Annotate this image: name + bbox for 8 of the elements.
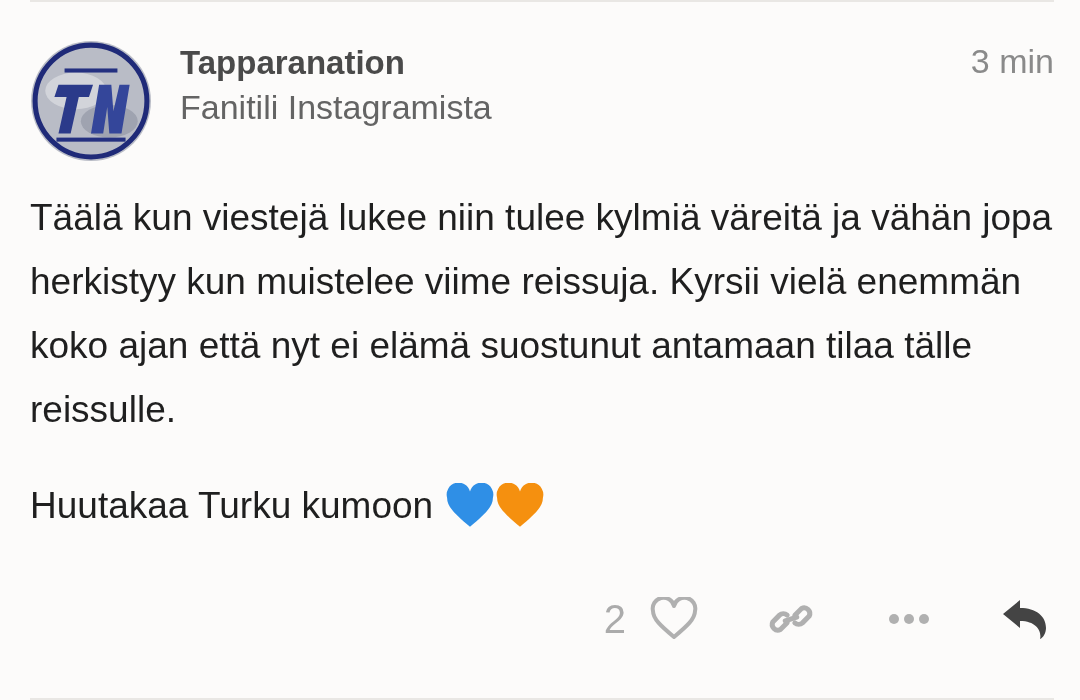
like-button[interactable] <box>650 597 698 641</box>
more-button[interactable] <box>888 612 930 626</box>
post-text: Täälä kun viestejä lukee niin tulee kylmiä väreitä ja vähän jopa herkistyy kun muistelee viime reissuja. Kyrsii vielä enemmän koko ajan että nyt ei elämä suostunut antamaan tilaa tälle reissulle. <box>30 196 1054 432</box>
post-time: 3 min <box>970 41 1054 82</box>
author-subtitle: Fanitili Instagramista <box>180 88 493 127</box>
author-name[interactable]: Tapparanation <box>180 44 943 82</box>
like-count: 2 <box>603 596 626 642</box>
post-text: Huutakaa Turku kumoon <box>30 484 434 528</box>
